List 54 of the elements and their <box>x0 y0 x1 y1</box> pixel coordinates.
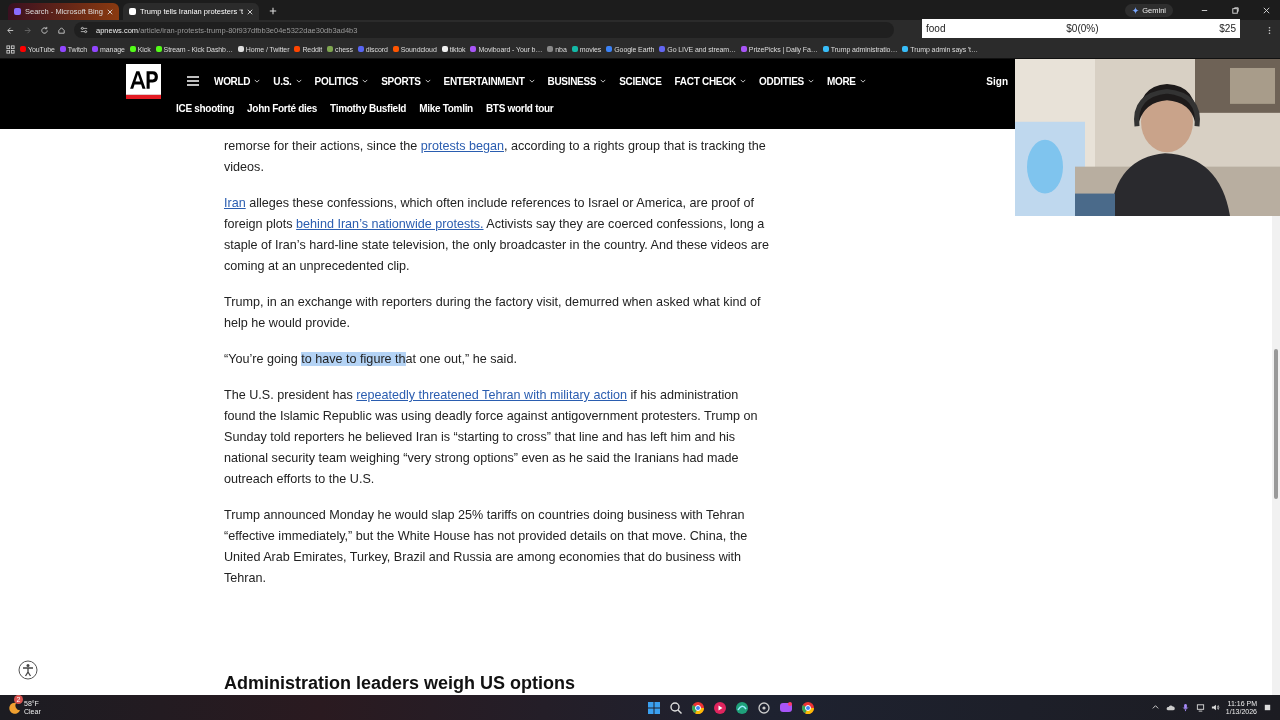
trending-link[interactable]: John Forté dies <box>247 103 318 114</box>
paragraph: Iran alleges these confessions, which often include references to Israel or America, are proof of foreign plots behind Iran’s nationwide protests. Activists say they are coerced confessions, long a staple of Iran’s hard-line state television, the only broadcaster in the country. And these videos are coming at an unprecedented clip. <box>224 195 769 275</box>
link[interactable]: Iran <box>224 196 246 210</box>
paragraph: Trump announced Monday he would slap 25% tariffs on countries doing business with Tehran “effective immediately,” but the White House has not provided details on that move. China, the United Arab Emirates, Turkey, Brazil and Russia are among economies that do business with Tehran. <box>224 507 749 587</box>
restore-icon[interactable] <box>1231 5 1240 15</box>
play-icon[interactable] <box>712 700 727 715</box>
paragraph: The U.S. president has repeatedly threatened Tehran with military action if his administration found the Islamic Republic was using deadly force against antigovernment protesters. Trump on Sunday told reporters he believed Iran is “starting to cross” that line and has left him and his national security team weighing “very strong options” even as he said the Iranians had made outreach efforts to the U.S. <box>224 387 759 488</box>
nav-link[interactable]: SPORTS <box>381 75 431 87</box>
nav-link[interactable]: MORE <box>826 75 866 87</box>
chevron-icon[interactable] <box>1150 703 1160 712</box>
nav-link[interactable]: BUSINESS <box>547 75 607 87</box>
link[interactable]: repeatedly threatened Tehran with military action <box>356 388 627 402</box>
nav-link[interactable]: POLITICS <box>314 75 369 87</box>
close-icon[interactable] <box>106 8 113 15</box>
scrollbar[interactable] <box>1272 216 1280 695</box>
link[interactable]: protests began <box>420 139 504 153</box>
paragraph: remorse for their actions, since the protests began, according to a rights group that is tracking the videos. <box>224 138 767 176</box>
trending-link[interactable]: ICE shooting <box>176 103 235 114</box>
ap-logo[interactable] <box>126 64 161 99</box>
speaker-icon[interactable] <box>1210 703 1220 712</box>
sparkle-icon <box>1132 6 1140 14</box>
back-icon[interactable] <box>6 25 15 35</box>
chat-icon[interactable] <box>778 700 793 715</box>
reload-icon[interactable] <box>40 25 49 35</box>
cloud-icon[interactable] <box>1165 703 1175 712</box>
trending-link[interactable]: Timothy Busfield <box>330 103 407 114</box>
close-icon[interactable] <box>1262 5 1271 15</box>
new-tab-icon[interactable] <box>269 7 278 15</box>
nav-link[interactable]: ODDITIES <box>759 75 814 87</box>
microphone-icon[interactable] <box>1180 703 1190 712</box>
trending-link[interactable]: BTS world tour <box>485 103 554 114</box>
nav-link[interactable]: ENTERTAINMENT <box>443 75 535 87</box>
windows-icon[interactable] <box>646 700 661 715</box>
nav-link[interactable]: SCIENCE <box>619 75 662 87</box>
paragraph: Trump, in an exchange with reporters during the factory visit, demurred when asked what kind of help he would provide. <box>224 294 762 332</box>
site-settings-icon[interactable] <box>80 26 88 34</box>
menu-icon[interactable] <box>187 76 199 86</box>
nav-link[interactable]: WORLD <box>214 75 261 87</box>
nav-link[interactable]: U.S. <box>273 75 302 87</box>
sign-in-link[interactable]: Sign <box>986 75 1008 87</box>
apps-icon[interactable] <box>6 44 15 54</box>
goal-target: $25 <box>1219 23 1236 34</box>
nav-link[interactable]: FACT CHECK <box>674 75 747 87</box>
trending-link[interactable]: Mike Tomlin <box>419 103 473 114</box>
goal-amount: $0(0%) <box>1066 23 1099 34</box>
goal-label: food <box>926 23 946 34</box>
close-icon[interactable] <box>247 8 254 15</box>
moon-icon <box>8 701 21 714</box>
paragraph: “You’re going to have to figure that one out,” he said. <box>224 351 518 368</box>
section-heading: Administration leaders weigh US options <box>224 673 577 694</box>
accessibility-icon[interactable] <box>18 660 38 680</box>
site-icon <box>128 8 136 15</box>
link[interactable]: behind Iran’s nationwide protests. <box>296 217 484 231</box>
home-icon[interactable] <box>57 25 66 35</box>
